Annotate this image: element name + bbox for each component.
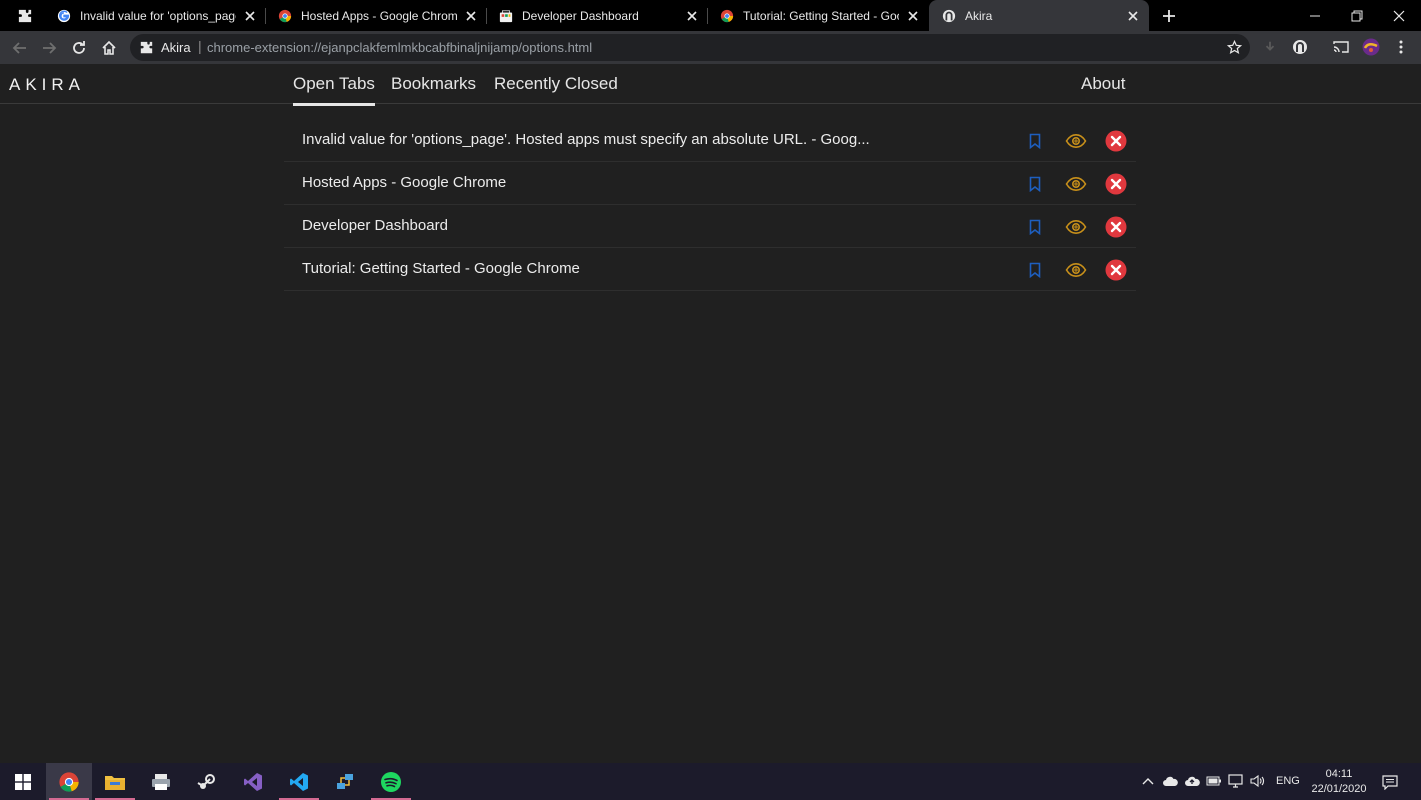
new-tab-button[interactable] [1158,5,1180,27]
vscode-icon[interactable] [276,763,322,800]
close-icon[interactable] [684,8,700,24]
restore-button[interactable] [1335,0,1379,31]
browser-tab-active[interactable]: Akira [929,0,1149,31]
puzzle-icon [138,39,154,55]
list-item[interactable]: Tutorial: Getting Started - Google Chrom… [284,248,1136,291]
network-status-icon[interactable] [1227,772,1245,790]
bookmark-icon[interactable] [1023,172,1047,196]
tab-title: Invalid value for 'options_page'. H [80,8,236,23]
network-icon[interactable] [322,763,368,800]
clock-date: 22/01/2020 [1311,783,1367,795]
tab-title: Developer Dashboard [522,8,639,23]
printer-icon[interactable] [138,763,184,800]
onedrive-icon[interactable] [1161,772,1179,790]
google-g-icon [56,8,72,24]
clock-time: 04:11 [1325,768,1353,780]
browser-toolbar: Akira | chrome-extension://ejanpclakfeml… [0,31,1421,64]
akira-extension-icon[interactable] [1290,37,1310,57]
tab-title: Tutorial: Getting Started - Googl [743,8,899,23]
back-button[interactable] [8,36,32,60]
eye-icon[interactable] [1064,215,1088,239]
battery-icon[interactable] [1205,772,1223,790]
list-item[interactable]: Hosted Apps - Google Chrome [284,162,1136,205]
system-clock[interactable]: 04:11 22/01/2020 [1310,767,1368,797]
cast-icon[interactable] [1331,37,1351,57]
brand-logo[interactable]: AKIRA [9,75,85,95]
close-tab-icon[interactable] [1104,129,1128,153]
cloud-upload-icon[interactable] [1183,772,1201,790]
more-menu-icon[interactable] [1391,37,1411,57]
about-link[interactable]: About [1081,74,1125,94]
chrome-icon [719,8,735,24]
tab-recently-closed[interactable]: Recently Closed [494,74,618,94]
chrome-web-store-icon [498,8,514,24]
close-icon[interactable] [242,8,258,24]
tab-title: Akira [965,8,993,23]
close-tab-icon[interactable] [1104,172,1128,196]
bookmark-icon[interactable] [1023,129,1047,153]
browser-tab[interactable]: Invalid value for 'options_page'. H [44,0,266,31]
list-item[interactable]: Invalid value for 'options_page'. Hosted… [284,119,1136,162]
url-text[interactable]: chrome-extension://ejanpclakfemlmkbcabfb… [207,40,592,55]
language-indicator[interactable]: ENG [1276,775,1300,787]
tab-open-tabs[interactable]: Open Tabs [293,74,375,106]
list-item[interactable]: Developer Dashboard [284,205,1136,248]
chrome-icon[interactable] [46,763,92,800]
eye-icon[interactable] [1064,172,1088,196]
star-icon[interactable] [1226,39,1242,55]
tab-item-title[interactable]: Invalid value for 'options_page'. Hosted… [302,131,1002,148]
open-tabs-list: Invalid value for 'options_page'. Hosted… [284,119,1136,291]
windows-start-icon[interactable] [0,763,46,800]
tab-item-title[interactable]: Developer Dashboard [302,217,1002,234]
browser-tab[interactable]: Developer Dashboard [486,0,708,31]
visual-studio-icon[interactable] [230,763,276,800]
minimize-button[interactable] [1293,0,1337,31]
address-bar[interactable]: Akira | chrome-extension://ejanpclakfeml… [130,34,1250,61]
volume-icon[interactable] [1249,772,1267,790]
chrome-icon [277,8,293,24]
akira-options-page: AKIRA Open Tabs Bookmarks Recently Close… [0,64,1421,763]
puzzle-icon[interactable] [10,4,40,28]
chevron-up-icon[interactable] [1139,772,1157,790]
download-icon[interactable] [1260,37,1280,57]
tab-item-title[interactable]: Hosted Apps - Google Chrome [302,174,1002,191]
profile-avatar[interactable] [1361,37,1381,57]
steam-icon[interactable] [184,763,230,800]
akira-icon [941,8,957,24]
browser-tab[interactable]: Tutorial: Getting Started - Googl [707,0,929,31]
bookmark-icon[interactable] [1023,215,1047,239]
url-separator: | [198,38,202,54]
tab-item-title[interactable]: Tutorial: Getting Started - Google Chrom… [302,260,1002,277]
app-navbar: AKIRA Open Tabs Bookmarks Recently Close… [0,64,1421,106]
reload-button[interactable] [67,36,91,60]
forward-button[interactable] [37,36,61,60]
file-explorer-icon[interactable] [92,763,138,800]
tab-bookmarks[interactable]: Bookmarks [391,74,476,94]
close-icon[interactable] [463,8,479,24]
spotify-icon[interactable] [368,763,414,800]
home-button[interactable] [97,36,121,60]
close-icon[interactable] [905,8,921,24]
bookmark-icon[interactable] [1023,258,1047,282]
close-tab-icon[interactable] [1104,258,1128,282]
eye-icon[interactable] [1064,258,1088,282]
tab-title: Hosted Apps - Google Chrome [301,8,457,23]
close-icon[interactable] [1125,8,1141,24]
eye-icon[interactable] [1064,129,1088,153]
extension-name: Akira [161,40,191,55]
browser-tab-strip: Invalid value for 'options_page'. H Host… [0,0,1421,31]
close-tab-icon[interactable] [1104,215,1128,239]
windows-taskbar: ENG 04:11 22/01/2020 [0,763,1421,800]
window-close-button[interactable] [1377,0,1421,31]
browser-tab[interactable]: Hosted Apps - Google Chrome [265,0,487,31]
notification-icon[interactable] [1380,772,1400,792]
